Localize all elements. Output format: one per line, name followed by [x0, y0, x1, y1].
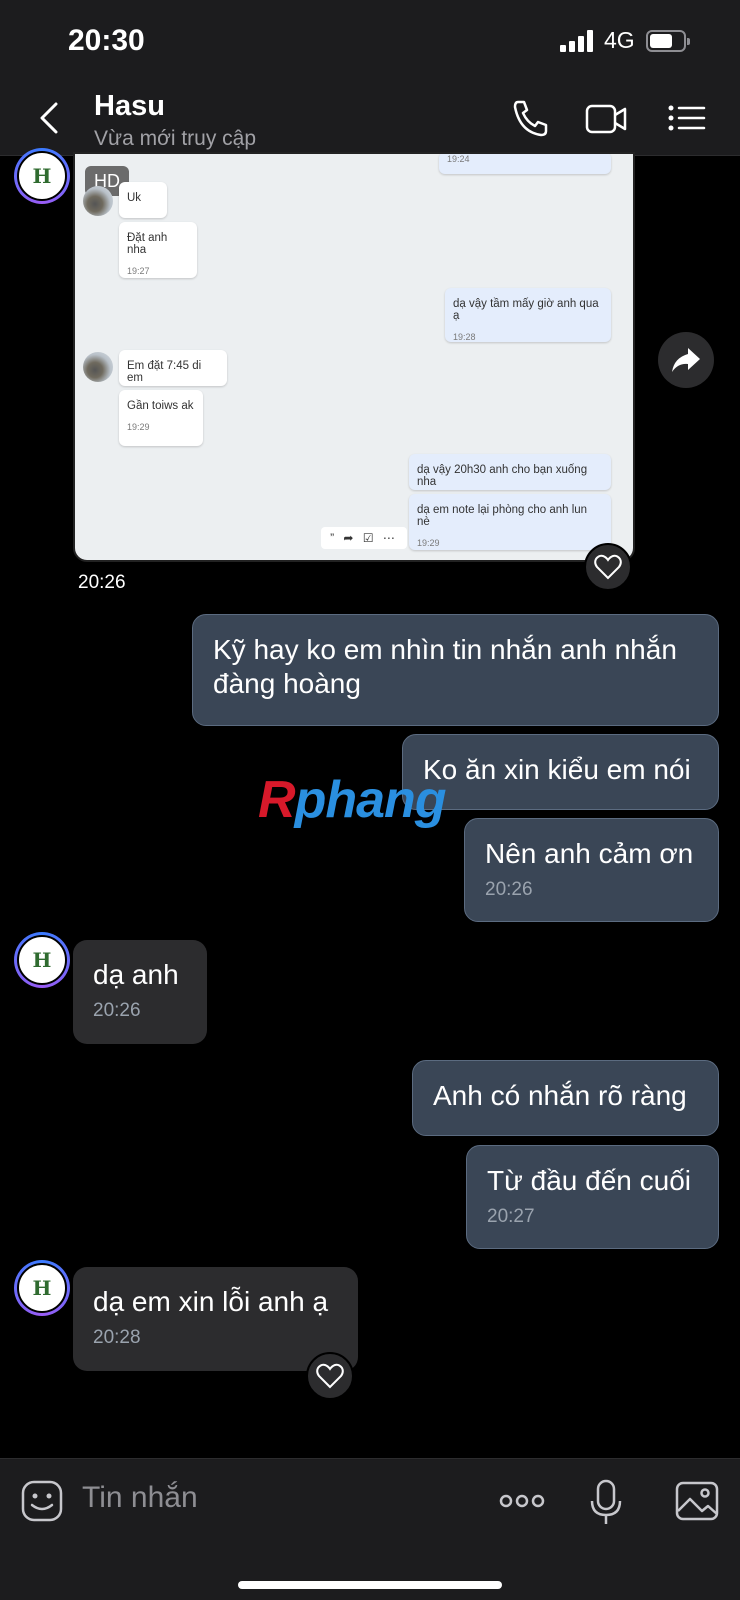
heart-icon [594, 554, 622, 580]
mini-message: Uk [119, 182, 167, 218]
received-message[interactable]: dạ anh 20:26 [73, 940, 207, 1044]
mini-message: dạ em note lại phòng cho anh lun nè 19:29 [409, 494, 611, 550]
contact-status: Vừa mới truy cập [94, 127, 257, 150]
status-bar: 20:30 4G [0, 0, 740, 82]
like-button[interactable] [306, 1352, 354, 1400]
mini-message: Đặt anh nha 19:27 [119, 222, 197, 278]
menu-button[interactable] [666, 98, 710, 138]
mini-message: 19:24 [439, 154, 611, 174]
mic-icon [590, 1479, 622, 1524]
mini-avatar [83, 352, 113, 382]
battery-icon [646, 30, 690, 52]
share-button[interactable] [658, 332, 714, 388]
contact-avatar[interactable]: H [14, 148, 70, 204]
mini-message: Em đặt 7:45 di em [119, 350, 227, 386]
contact-name[interactable]: Hasu [94, 90, 165, 123]
heart-icon [316, 1363, 344, 1389]
phone-icon [513, 100, 548, 137]
home-indicator [238, 1581, 502, 1589]
status-time: 20:30 [68, 24, 145, 57]
mini-message: dạ vậy 20h30 anh cho bạn xuống nha [409, 454, 611, 490]
network-label: 4G [604, 27, 635, 53]
share-icon [672, 348, 700, 372]
contact-avatar[interactable]: H [14, 932, 70, 988]
more-icon [499, 1494, 545, 1508]
like-button[interactable] [584, 543, 632, 591]
image-icon [675, 1481, 719, 1521]
more-button[interactable] [498, 1479, 545, 1523]
chat-header: Hasu Vừa mới truy cập [0, 82, 740, 156]
mini-message: dạ vậy tầm mấy giờ anh qua ạ 19:28 [445, 288, 611, 342]
mini-message: Gần toiws ak 19:29 [119, 390, 203, 446]
sent-message[interactable]: Ko ăn xin kiểu em nói [402, 734, 719, 810]
mini-avatar [83, 186, 113, 216]
sticker-button[interactable] [20, 1479, 64, 1523]
message-input[interactable]: Tin nhắn [82, 1481, 198, 1515]
sent-message[interactable]: Nên anh cảm ơn 20:26 [464, 818, 719, 922]
call-button[interactable] [508, 98, 552, 138]
signal-icon [560, 30, 596, 52]
mini-action-bar: ” ➦ ☑ ⋯ [321, 527, 407, 549]
message-composer: Tin nhắn [0, 1458, 740, 1600]
video-icon [585, 104, 627, 134]
watermark-logo: Rphang [258, 771, 447, 829]
message-time: 20:26 [78, 572, 126, 593]
sticker-icon [21, 1480, 63, 1522]
sent-message[interactable]: Anh có nhắn rõ ràng [412, 1060, 719, 1136]
gallery-button[interactable] [674, 1479, 719, 1523]
sent-message[interactable]: Kỹ hay ko em nhìn tin nhắn anh nhắn đàng… [192, 614, 719, 726]
menu-icon [668, 105, 706, 131]
back-icon [40, 102, 58, 134]
image-message[interactable]: 19:24 HD Uk Đặt anh nha 19:27 dạ vậy tầm … [73, 152, 635, 562]
sent-message[interactable]: Từ đầu đến cuối 20:27 [466, 1145, 719, 1249]
video-call-button[interactable] [584, 98, 628, 138]
voice-button[interactable] [584, 1479, 628, 1524]
contact-avatar[interactable]: H [14, 1260, 70, 1316]
back-button[interactable] [34, 96, 68, 140]
